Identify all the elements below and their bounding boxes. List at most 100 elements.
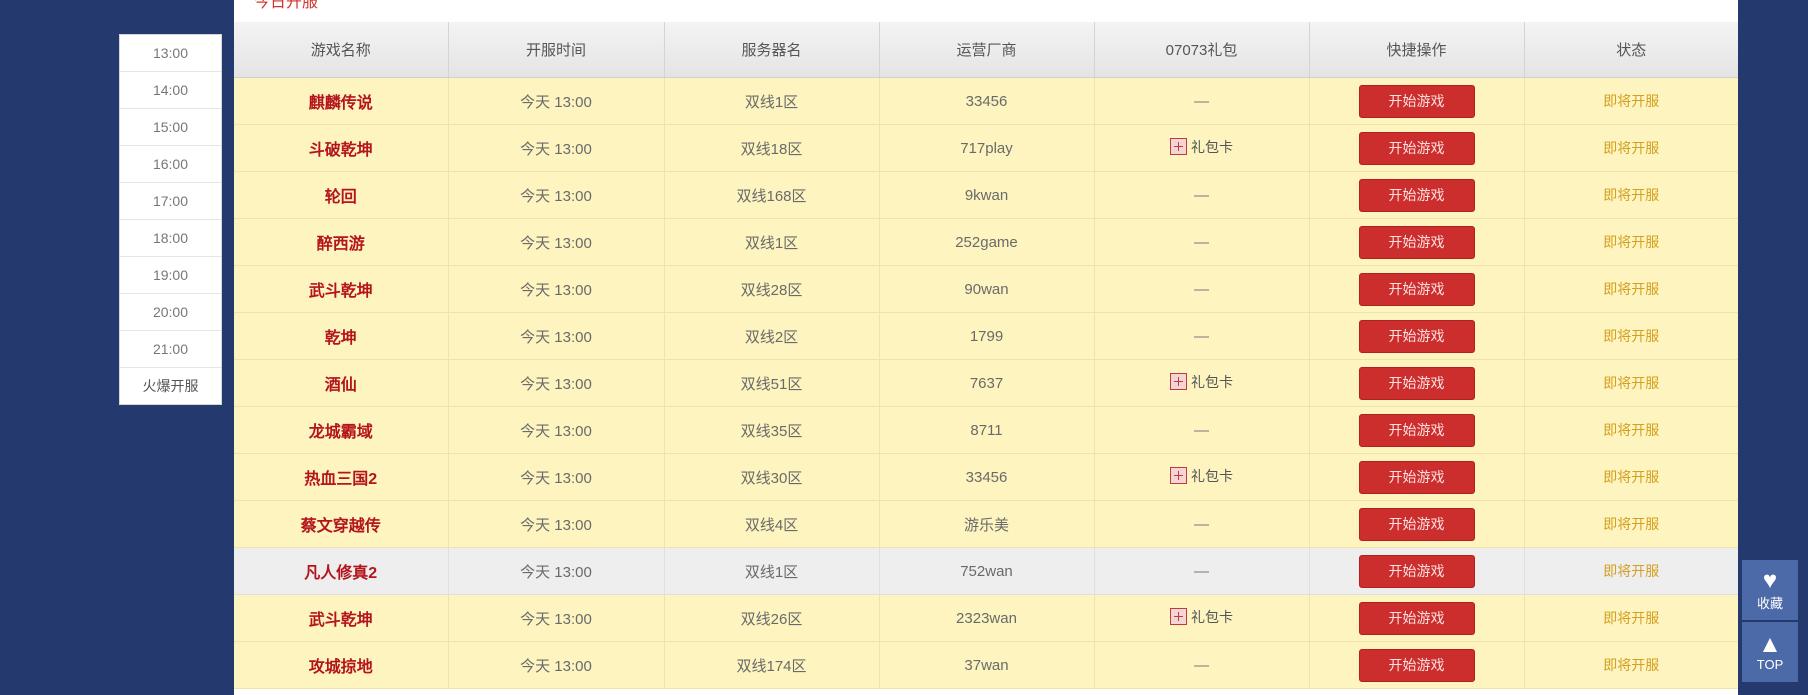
header-operator: 运营厂商 [879,22,1095,78]
gift-icon [1170,467,1187,485]
start-game-button[interactable]: 开始游戏 [1358,131,1475,165]
game-name-link[interactable]: 斗破乾坤 [309,142,373,159]
quick-action-cell: 开始游戏 [1309,547,1525,595]
operator-cell: 717play [879,124,1095,172]
game-name-link[interactable]: 蔡文穿越传 [301,518,381,535]
gift-link[interactable]: 礼包卡 [1170,372,1233,392]
game-name-link[interactable]: 麒麟传说 [309,95,373,112]
time-nav-item[interactable]: 15:00 [120,109,221,146]
time-nav-item[interactable]: 14:00 [120,72,221,109]
start-game-button[interactable]: 开始游戏 [1358,413,1475,447]
no-gift-dash: — [1194,656,1209,674]
start-game-button[interactable]: 开始游戏 [1358,84,1475,118]
game-name-cell: 武斗乾坤 [234,594,449,642]
start-game-button[interactable]: 开始游戏 [1358,319,1475,353]
status-cell: 即将开服 [1524,218,1738,266]
start-game-button[interactable]: 开始游戏 [1358,272,1475,306]
gift-cell: — [1094,218,1310,266]
start-game-button[interactable]: 开始游戏 [1358,554,1475,588]
header-game-name: 游戏名称 [234,22,449,78]
game-name-cell: 武斗乾坤 [234,265,449,313]
status-text: 即将开服 [1603,469,1660,485]
gift-cell: — [1094,171,1310,219]
start-game-button[interactable]: 开始游戏 [1358,366,1475,400]
game-name-link[interactable]: 醉西游 [317,236,365,253]
favorite-label: 收藏 [1756,595,1783,611]
game-name-link[interactable]: 酒仙 [325,377,357,394]
gift-link[interactable]: 礼包卡 [1170,137,1233,157]
server-name-cell: 双线1区 [664,218,880,266]
table-row: 攻城掠地 今天 13:00 双线174区 37wan — 开始游戏 即将开服 [234,641,1738,689]
status-cell: 即将开服 [1524,547,1738,595]
game-name-link[interactable]: 乾坤 [325,330,357,347]
open-time-cell: 今天 13:00 [448,594,665,642]
game-name-cell: 轮回 [234,171,449,219]
server-list-panel: 今日开服 游戏名称 开服时间 服务器名 运营厂商 07073礼包 快捷操作 状态… [234,0,1738,695]
game-name-link[interactable]: 龙城霸域 [309,424,373,441]
time-nav-item[interactable]: 16:00 [120,146,221,183]
gift-cell: 礼包卡 [1094,594,1310,642]
favorite-button[interactable]: ♥ 收藏 [1742,560,1798,620]
section-title: 今日开服 [254,0,319,11]
gift-icon [1170,138,1187,156]
float-tools: ♥ 收藏 ▲ TOP [1742,560,1798,684]
time-nav-item[interactable]: 20:00 [120,294,221,331]
operator-cell: 33456 [879,453,1095,501]
open-time-cell: 今天 13:00 [448,265,665,313]
table-row: 斗破乾坤 今天 13:00 双线18区 717play 礼包卡 开始游戏 即将开服 [234,124,1738,172]
time-nav-item[interactable]: 13:00 [120,35,221,72]
gift-link[interactable]: 礼包卡 [1170,466,1233,486]
operator-cell: 33456 [879,77,1095,125]
time-nav-item[interactable]: 火爆开服 [120,368,221,404]
no-gift-dash: — [1194,515,1209,533]
back-to-top-button[interactable]: ▲ TOP [1742,622,1798,682]
game-name-link[interactable]: 凡人修真2 [304,565,377,582]
game-name-link[interactable]: 攻城掠地 [309,659,373,676]
time-nav-item[interactable]: 19:00 [120,257,221,294]
server-name-cell: 双线174区 [664,641,880,689]
time-nav-item[interactable]: 21:00 [120,331,221,368]
server-name-cell: 双线35区 [664,406,880,454]
operator-cell: 9kwan [879,171,1095,219]
start-game-button[interactable]: 开始游戏 [1358,178,1475,212]
game-name-link[interactable]: 热血三国2 [304,471,377,488]
gift-cell: — [1094,641,1310,689]
gift-cell: 礼包卡 [1094,359,1310,407]
server-table: 游戏名称 开服时间 服务器名 运营厂商 07073礼包 快捷操作 状态 麒麟传说… [234,22,1738,689]
game-name-link[interactable]: 轮回 [325,189,357,206]
status-cell: 即将开服 [1524,594,1738,642]
status-cell: 即将开服 [1524,500,1738,548]
operator-cell: 7637 [879,359,1095,407]
table-row: 龙城霸域 今天 13:00 双线35区 8711 — 开始游戏 即将开服 [234,406,1738,454]
start-game-button[interactable]: 开始游戏 [1358,601,1475,635]
server-name-cell: 双线1区 [664,547,880,595]
open-time-cell: 今天 13:00 [448,641,665,689]
server-name-cell: 双线4区 [664,500,880,548]
table-row: 热血三国2 今天 13:00 双线30区 33456 礼包卡 开始游戏 即将开服 [234,453,1738,501]
start-game-button[interactable]: 开始游戏 [1358,507,1475,541]
server-name-cell: 双线26区 [664,594,880,642]
gift-cell: — [1094,500,1310,548]
status-text: 即将开服 [1603,328,1660,344]
gift-link[interactable]: 礼包卡 [1170,607,1233,627]
status-text: 即将开服 [1603,657,1660,673]
game-name-link[interactable]: 武斗乾坤 [309,283,373,300]
start-game-button[interactable]: 开始游戏 [1358,648,1475,682]
open-time-cell: 今天 13:00 [448,547,665,595]
game-name-cell: 蔡文穿越传 [234,500,449,548]
open-time-cell: 今天 13:00 [448,500,665,548]
time-nav-item[interactable]: 17:00 [120,183,221,220]
start-game-button[interactable]: 开始游戏 [1358,225,1475,259]
status-cell: 即将开服 [1524,312,1738,360]
status-cell: 即将开服 [1524,171,1738,219]
table-row: 蔡文穿越传 今天 13:00 双线4区 游乐美 — 开始游戏 即将开服 [234,500,1738,548]
open-time-cell: 今天 13:00 [448,312,665,360]
operator-cell: 752wan [879,547,1095,595]
start-game-button[interactable]: 开始游戏 [1358,460,1475,494]
status-text: 即将开服 [1603,516,1660,532]
game-name-cell: 斗破乾坤 [234,124,449,172]
status-text: 即将开服 [1603,140,1660,156]
game-name-link[interactable]: 武斗乾坤 [309,612,373,629]
time-nav-item[interactable]: 18:00 [120,220,221,257]
quick-action-cell: 开始游戏 [1309,218,1525,266]
